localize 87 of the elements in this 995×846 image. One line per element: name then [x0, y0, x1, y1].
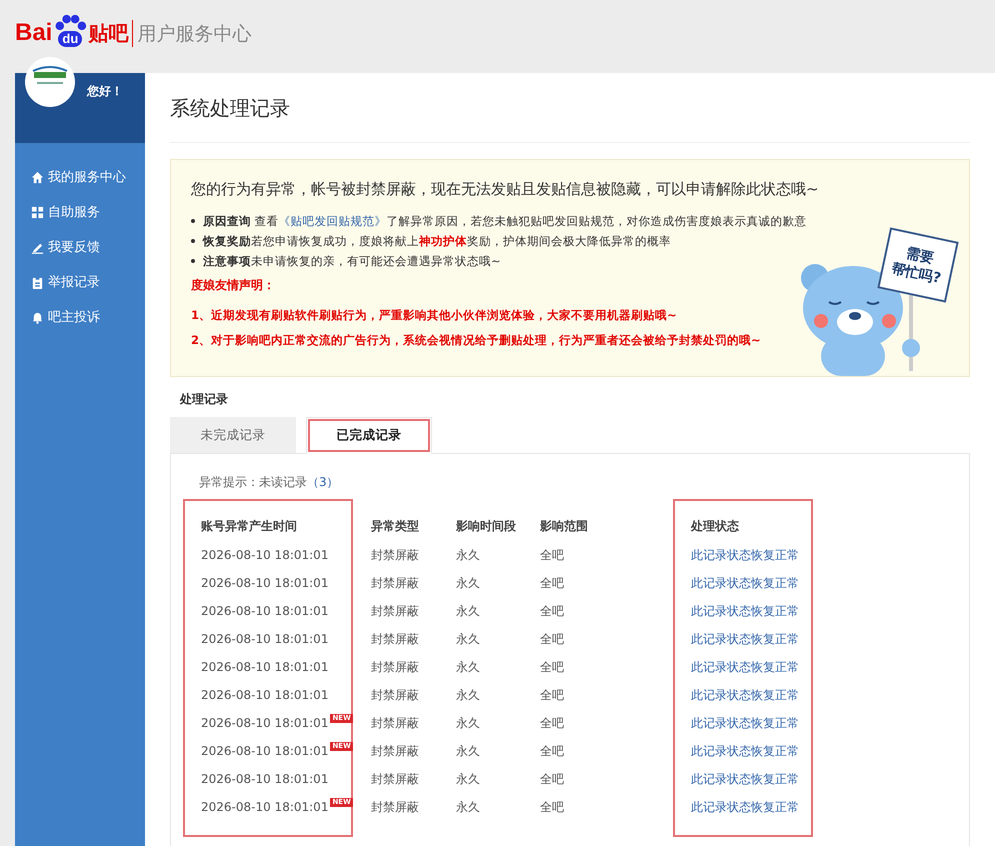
status-link[interactable]: 此记录状态恢复正常 [691, 765, 799, 793]
column-header: 异常类型 [371, 518, 420, 535]
table-cell-text: 2026-08-10 18:01:01 [201, 547, 328, 564]
notice-item: 恢复奖励若您申请恢复成功，度娘将献上神功护体奖励，护体期间会极大降低异常的概率 [203, 234, 671, 248]
table-cell-text: 封禁屏蔽 [371, 743, 419, 760]
table-cell-text: 封禁屏蔽 [371, 631, 419, 648]
status-link[interactable]: 此记录状态恢复正常 [691, 569, 799, 597]
table-cell-text: 永久 [456, 575, 480, 592]
table-cell-text: 永久 [456, 771, 480, 788]
notice-headline: 您的行为有异常，帐号被封禁屏蔽，现在无法发贴且发贴信息被隐藏，可以申请解除此状态哦~ [191, 180, 820, 199]
table-cell-text: 2026-08-10 18:01:01 [201, 631, 328, 648]
table-cell-text: 永久 [456, 603, 480, 620]
column-header: 处理状态 [691, 518, 740, 535]
table-cell-text: 全吧 [540, 771, 564, 788]
home-icon [31, 170, 44, 184]
table-cell-text: 2026-08-10 18:01:01 [201, 799, 328, 816]
bullet-dot [191, 219, 195, 223]
table-cell-text: 2026-08-10 18:01:01 [201, 743, 328, 760]
table-cell-text: 封禁屏蔽 [371, 715, 419, 732]
bullet-dot [191, 259, 195, 263]
notice-item: 注意事项未申请恢复的亲，有可能还会遭遇异常状态哦~ [203, 254, 501, 268]
table-cell-text: 全吧 [540, 799, 564, 816]
clipboard-icon [31, 276, 44, 288]
table-cell-text: 全吧 [540, 743, 564, 760]
table-cell-text: 全吧 [540, 547, 564, 564]
tab[interactable]: 已完成记录 [306, 417, 432, 454]
column-header: 账号异常产生时间 [201, 518, 298, 535]
logo-product-name: 贴吧 [88, 20, 134, 47]
sidebar-item[interactable]: 吧主投诉 [15, 307, 145, 327]
table-cell-text: 永久 [456, 799, 480, 816]
table-cell-text: 永久 [456, 715, 480, 732]
table-cell-text: 封禁屏蔽 [371, 603, 419, 620]
table-cell-text: 全吧 [540, 603, 564, 620]
table-cell-text: 2026-08-10 18:01:01 [201, 575, 328, 592]
statement-text: 1、近期发现有刷贴软件刷贴行为，严重影响其他小伙伴浏览体验，大家不要用机器刷贴哦~ [191, 308, 678, 323]
greeting-text: 您好！ [87, 83, 123, 100]
column-header: 影响时间段 [456, 518, 517, 535]
table-cell-text: 全吧 [540, 715, 564, 732]
status-link[interactable]: 此记录状态恢复正常 [691, 681, 799, 709]
bell-icon [31, 310, 44, 324]
statement-text: 2、对于影响吧内正常交流的广告行为，系统会视情况给予删贴处理，行为严重者还会被给予封禁处罚的哦~ [191, 333, 762, 348]
sidebar-item[interactable]: 我的服务中心 [15, 167, 145, 187]
status-link[interactable]: 此记录状态恢复正常 [691, 541, 799, 569]
column-header: 影响范围 [540, 518, 589, 535]
statement-title: 度娘友情声明： [191, 277, 275, 294]
table-cell-text: 全吧 [540, 575, 564, 592]
notice-item: 原因查询 查看《贴吧发回贴规范》了解异常原因，若您未触犯贴吧发回贴规范，对你造成伤害度娘表示真诚的歉意 [203, 214, 807, 228]
status-link[interactable]: 此记录状态恢复正常 [691, 793, 799, 821]
table-cell-text: 全吧 [540, 687, 564, 704]
table-cell-text: 2026-08-10 18:01:01 [201, 659, 328, 676]
table-cell-text: 封禁屏蔽 [371, 659, 419, 676]
unread-hint: 异常提示：未读记录 [199, 475, 307, 489]
logo-wordmark: Bai [15, 19, 52, 47]
table-cell-text: 永久 [456, 687, 480, 704]
table-cell-text: 永久 [456, 743, 480, 760]
table-cell-text: 2026-08-10 18:01:01 [201, 771, 328, 788]
sidebar-item[interactable]: 自助服务 [15, 202, 145, 222]
sidebar-item[interactable]: 我要反馈 [15, 237, 145, 257]
bullet-dot [191, 239, 195, 243]
paw-logo: du [53, 14, 88, 47]
table-cell-text: 封禁屏蔽 [371, 687, 419, 704]
table-cell-text: 永久 [456, 631, 480, 648]
table-cell-text: 永久 [456, 547, 480, 564]
table-cell-text: 全吧 [540, 631, 564, 648]
status-link[interactable]: 此记录状态恢复正常 [691, 625, 799, 653]
tab[interactable]: 未完成记录 [170, 417, 296, 453]
table-cell-text: 2026-08-10 18:01:01 [201, 715, 328, 732]
table-cell-text: 封禁屏蔽 [371, 575, 419, 592]
site-subtitle: 用户服务中心 [136, 22, 252, 47]
table-cell-text: 封禁屏蔽 [371, 547, 419, 564]
page-title: 系统处理记录 [170, 73, 970, 143]
status-link[interactable]: 此记录状态恢复正常 [691, 737, 799, 765]
section-title: 处理记录 [178, 391, 229, 408]
rules-link[interactable]: 《贴吧发回贴规范》 [278, 214, 387, 228]
table-cell-text: 2026-08-10 18:01:01 [201, 687, 328, 704]
status-link[interactable]: 此记录状态恢复正常 [691, 653, 799, 681]
table-cell-text: 2026-08-10 18:01:01 [201, 603, 328, 620]
status-link[interactable]: 此记录状态恢复正常 [691, 709, 799, 737]
sidebar-item[interactable]: 举报记录 [15, 272, 145, 292]
table-cell-text: 封禁屏蔽 [371, 799, 419, 816]
bear-mascot-drawing: 需要 帮忙吗? [793, 226, 963, 376]
table-cell-text: 封禁屏蔽 [371, 771, 419, 788]
table-cell-text: 全吧 [540, 659, 564, 676]
table-cell-text: 永久 [456, 659, 480, 676]
grid-icon [31, 206, 44, 218]
unread-count-link[interactable]: （3） [307, 475, 339, 489]
status-link[interactable]: 此记录状态恢复正常 [691, 597, 799, 625]
